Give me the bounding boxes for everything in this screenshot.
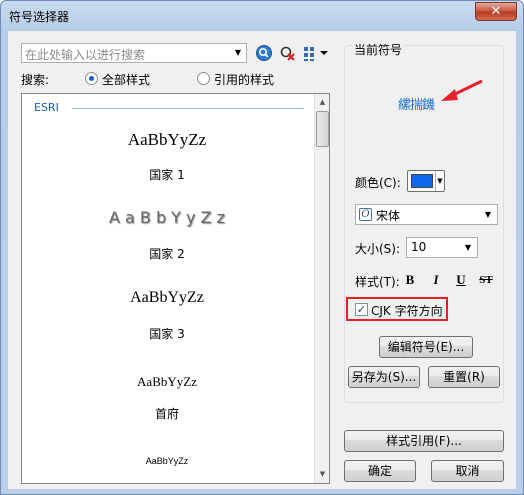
cancel-button[interactable]: 取消: [431, 460, 504, 482]
symbol-name: 国家 2: [149, 247, 185, 261]
radio-referenced-styles-label[interactable]: 引用的样式: [214, 71, 274, 88]
search-input[interactable]: 在此处输入以进行搜索 ▼: [21, 43, 247, 63]
vertical-scrollbar[interactable]: ▲ ▼: [314, 94, 329, 483]
size-label: 大小(S):: [355, 242, 401, 256]
symbol-preview-text: 縲揣鐖: [398, 98, 435, 113]
edit-symbol-label: 编辑符号(E)...: [387, 340, 465, 354]
cjk-checkbox[interactable]: ✓: [355, 303, 368, 316]
style-references-button[interactable]: 样式引用(F)...: [344, 430, 504, 452]
underline-button[interactable]: U: [451, 270, 471, 290]
italic-button[interactable]: I: [426, 270, 446, 290]
cjk-label[interactable]: CJK 字符方向: [371, 302, 443, 319]
close-icon: ✕: [490, 4, 502, 19]
symbol-sample: AaBbYyZz: [127, 130, 207, 149]
size-value: 10: [411, 240, 427, 254]
reset-button[interactable]: 重置(R): [428, 366, 500, 388]
annotation-arrow-icon: [439, 79, 485, 108]
symbol-list[interactable]: ESRI AaBbYyZz 国家 1 A a B b Y y Z z 国家 2 …: [21, 93, 330, 484]
title-bar[interactable]: 符号选择器 ✕: [1, 1, 523, 31]
group-divider: [72, 108, 304, 109]
symbol-sample: AaBbYyZz: [137, 374, 197, 389]
radio-referenced-styles[interactable]: [197, 72, 210, 85]
close-button[interactable]: ✕: [475, 2, 517, 21]
color-swatch: [411, 174, 433, 188]
font-value: 宋体: [376, 209, 401, 223]
symbol-sample: AaBbYyZz: [130, 289, 204, 306]
font-select[interactable]: O 宋体 ▼: [355, 204, 498, 225]
dialog-client-area: 在此处输入以进行搜索 ▼ 搜索: 全部样式 引用的样式 ESRI AaBbYyZ…: [8, 31, 516, 489]
chevron-down-icon: ▼: [484, 210, 492, 219]
clear-search-icon[interactable]: [278, 44, 296, 62]
scroll-down-icon[interactable]: ▼: [315, 466, 329, 483]
strikethrough-button[interactable]: ST: [476, 270, 496, 290]
view-options-icon[interactable]: [302, 44, 332, 62]
reset-label: 重置(R): [443, 370, 485, 384]
current-symbol-title: 当前符号: [352, 41, 405, 58]
color-picker-button[interactable]: ▼: [407, 170, 445, 192]
bold-button[interactable]: B: [400, 270, 420, 290]
search-scope-label: 搜索:: [21, 73, 50, 87]
save-as-button[interactable]: 另存为(S)...: [348, 366, 420, 388]
search-icon[interactable]: [255, 44, 273, 62]
size-select[interactable]: 10 ▼: [406, 237, 478, 258]
radio-all-styles[interactable]: [85, 72, 98, 85]
cancel-label: 取消: [455, 464, 480, 478]
symbol-name: 国家 3: [149, 327, 185, 341]
symbol-sample: AaBbYyZz: [145, 456, 189, 466]
scroll-up-icon[interactable]: ▲: [315, 94, 329, 111]
chevron-down-icon: ▼: [435, 171, 444, 191]
save-as-label: 另存为(S)...: [351, 370, 417, 384]
radio-all-styles-label[interactable]: 全部样式: [102, 71, 150, 88]
group-header: ESRI: [34, 101, 59, 114]
color-label: 颜色(C):: [355, 176, 401, 190]
search-placeholder: 在此处输入以进行搜索: [25, 48, 146, 62]
chevron-down-icon: ▼: [464, 243, 472, 252]
scrollbar-thumb[interactable]: [316, 111, 329, 147]
font-type-icon: O: [359, 208, 372, 221]
window-title: 符号选择器: [9, 10, 70, 24]
ok-button[interactable]: 确定: [344, 460, 416, 482]
edit-symbol-button[interactable]: 编辑符号(E)...: [379, 336, 473, 358]
symbol-name: 首府: [154, 407, 179, 421]
style-label: 样式(T):: [355, 275, 400, 289]
symbol-name: 国家 1: [149, 168, 185, 182]
ok-label: 确定: [367, 464, 392, 478]
chevron-down-icon[interactable]: ▼: [230, 44, 246, 62]
style-references-label: 样式引用(F)...: [386, 434, 462, 448]
symbol-selector-window: 符号选择器 ✕ 在此处输入以进行搜索 ▼ 搜索: 全部样式 引用的样式 ESRI…: [0, 0, 524, 495]
symbol-sample: A a B b Y y Z z: [108, 208, 226, 227]
